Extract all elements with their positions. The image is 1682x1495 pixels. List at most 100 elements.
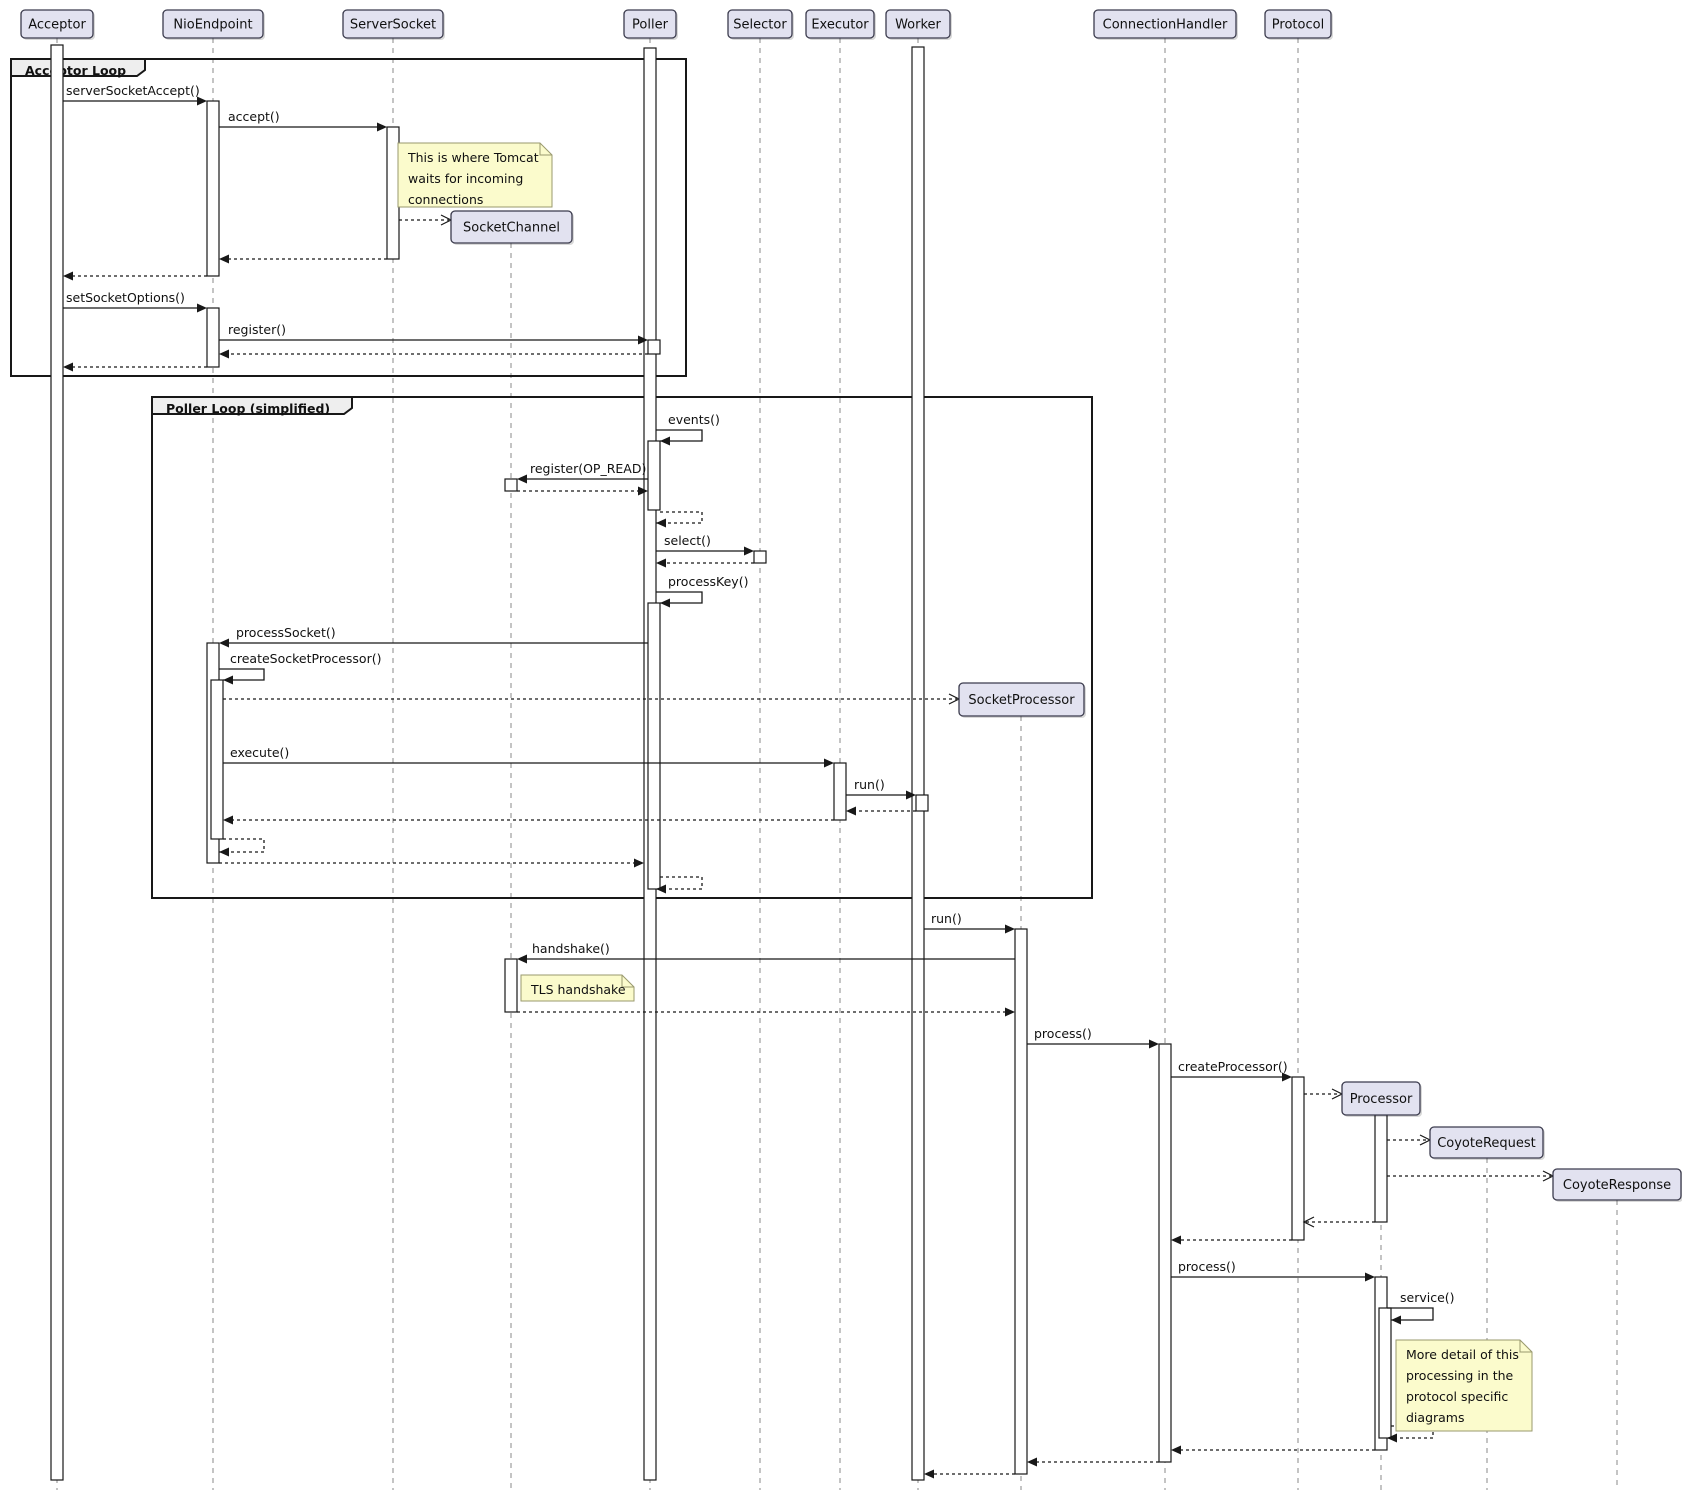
message-label: service() — [1400, 1290, 1455, 1305]
participant-poller: Poller — [624, 10, 678, 40]
participant-label: Poller — [632, 18, 669, 33]
message-return — [517, 1008, 1015, 1017]
activation-worker — [912, 47, 924, 1480]
message-label: processSocket() — [236, 625, 336, 640]
activation-nio-endpoint — [211, 680, 223, 839]
message-label: process() — [1034, 1026, 1092, 1041]
arrowhead — [223, 816, 233, 825]
note-text: This is where Tomcat — [407, 150, 539, 165]
arrowhead — [660, 437, 670, 446]
message-label: createProcessor() — [1178, 1059, 1288, 1074]
arrowhead — [219, 639, 229, 648]
message-select: select() — [656, 533, 754, 556]
message-create — [223, 694, 959, 704]
message-return — [1171, 1236, 1292, 1245]
participant-label: CoyoteRequest — [1437, 1136, 1536, 1151]
participant-worker: Worker — [886, 10, 952, 40]
message-create — [399, 215, 451, 225]
participant-label: Processor — [1350, 1092, 1413, 1107]
note-text: connections — [408, 192, 483, 207]
note-tls-handshake: TLS handshake — [521, 975, 634, 1001]
participant-label: SocketChannel — [463, 221, 560, 236]
note-text: diagrams — [1406, 1410, 1465, 1425]
arrowhead — [1027, 1458, 1037, 1467]
arrowhead — [219, 848, 229, 857]
participant-server-socket: ServerSocket — [343, 10, 445, 40]
message-service: service() — [1387, 1290, 1455, 1325]
message-return — [517, 487, 648, 496]
self-message-line — [219, 669, 264, 680]
participant-executor: Executor — [806, 10, 876, 40]
message-accept: accept() — [219, 109, 387, 132]
message-self-return — [656, 877, 702, 894]
activation-processor — [1379, 1308, 1391, 1438]
message-serversocketaccept: serverSocketAccept() — [63, 83, 207, 106]
messages: serverSocketAccept()accept()setSocketOpt… — [63, 83, 1553, 1479]
message-createsocketprocessor: createSocketProcessor() — [219, 651, 381, 685]
activation-server-socket — [387, 127, 399, 259]
activation-poller — [648, 441, 660, 510]
message-process: process() — [1027, 1026, 1159, 1049]
note-accept-wait: This is where Tomcat waits for incoming co… — [398, 143, 552, 207]
participant-label: CoyoteResponse — [1563, 1178, 1671, 1193]
message-processsocket: processSocket() — [219, 625, 648, 648]
activation-protocol — [1292, 1077, 1304, 1240]
participant-acceptor: Acceptor — [21, 10, 95, 40]
message-createprocessor: createProcessor() — [1171, 1059, 1292, 1082]
note-text: waits for incoming — [408, 171, 523, 186]
participant-socket-channel: SocketChannel — [451, 211, 574, 245]
message-label: processKey() — [668, 574, 748, 589]
note-protocol-detail: More detail of thisprocessing in theprot… — [1396, 1340, 1532, 1431]
participant-label: Executor — [811, 18, 869, 33]
message-execute: execute() — [223, 745, 834, 768]
activation-executor — [834, 763, 846, 820]
message-label: events() — [668, 412, 720, 427]
note-text: processing in the — [1406, 1368, 1514, 1383]
arrowhead — [1005, 925, 1015, 934]
activation-processor — [1375, 1115, 1387, 1222]
frame-acceptor-loop: Acceptor Loop — [11, 59, 686, 376]
message-register: register() — [219, 322, 648, 345]
message-run: run() — [924, 911, 1015, 934]
message-return — [924, 1470, 1015, 1479]
message-label: createSocketProcessor() — [230, 651, 381, 666]
arrowhead — [197, 304, 207, 313]
participant-label: ServerSocket — [350, 18, 436, 33]
arrowhead — [846, 807, 856, 816]
message-label: process() — [1178, 1259, 1236, 1274]
message-label: run() — [931, 911, 962, 926]
arrowhead — [1391, 1316, 1401, 1325]
arrowhead — [924, 1470, 934, 1479]
message-label: execute() — [230, 745, 289, 760]
message-create — [1304, 1089, 1342, 1099]
message-return — [1027, 1458, 1159, 1467]
self-message-line — [656, 592, 702, 603]
message-return — [63, 363, 207, 372]
activation-poller — [648, 603, 660, 889]
message-return — [219, 350, 648, 359]
arrowhead — [1365, 1273, 1375, 1282]
participant-nio-endpoint: NioEndpoint — [163, 10, 265, 40]
participant-processor: Processor — [1342, 1082, 1422, 1117]
message-run: run() — [846, 777, 916, 800]
arrowhead — [63, 363, 73, 372]
participant-coyote-response: CoyoteResponse — [1553, 1169, 1682, 1202]
arrowhead — [517, 955, 527, 964]
arrowhead — [377, 123, 387, 132]
activation-socket-channel — [505, 959, 517, 1012]
activation-poller — [648, 340, 660, 354]
message-create — [1387, 1171, 1553, 1181]
arrowhead — [63, 272, 73, 281]
arrowhead — [219, 350, 229, 359]
note-text: More detail of this — [1406, 1347, 1519, 1362]
arrowhead — [223, 676, 233, 685]
message-events: events() — [656, 412, 720, 446]
activation-worker — [916, 795, 928, 811]
arrowhead — [1171, 1446, 1181, 1455]
self-message-line — [656, 430, 702, 441]
message-handshake: handshake() — [517, 941, 1015, 964]
arrowhead — [1171, 1236, 1181, 1245]
arrowhead — [656, 519, 666, 528]
message-label: serverSocketAccept() — [66, 83, 200, 98]
message-return — [223, 816, 834, 825]
